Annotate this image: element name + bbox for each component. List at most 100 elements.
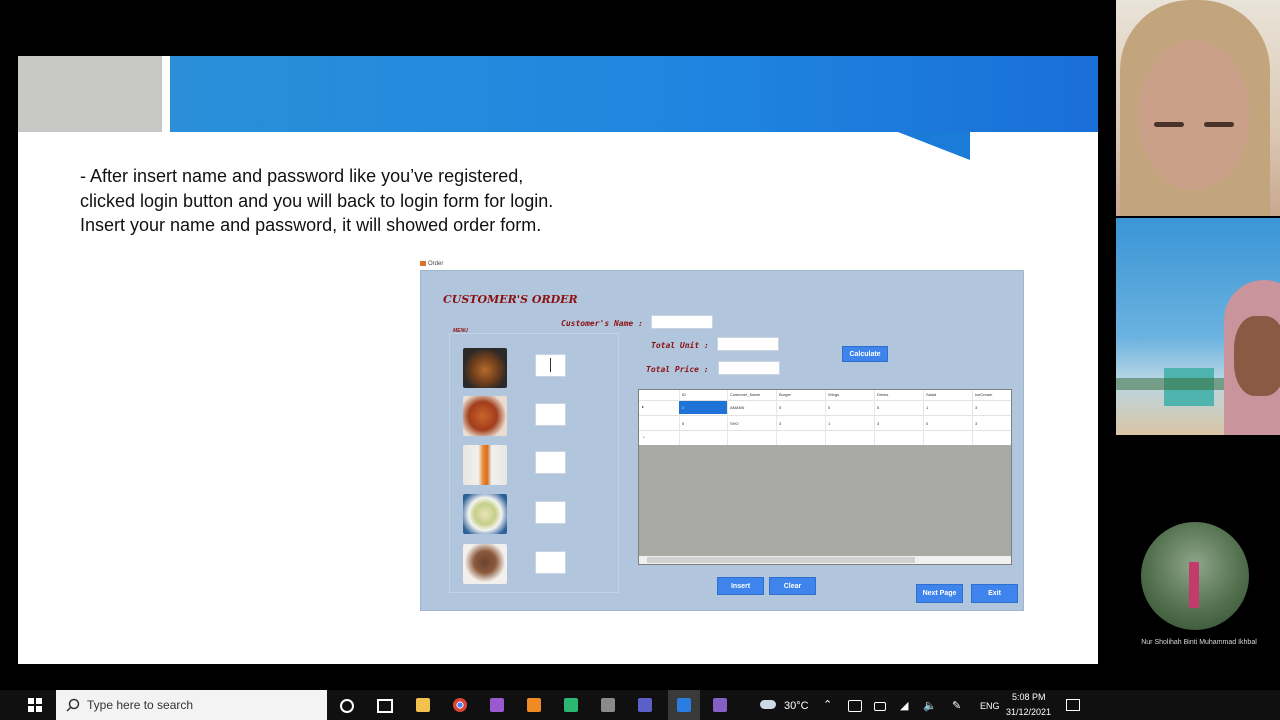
grid-cell[interactable]: 0 <box>926 421 928 426</box>
next-page-button[interactable]: Next Page <box>916 584 963 603</box>
grid-cell[interactable]: 2 <box>682 405 684 410</box>
burger-image <box>463 348 507 388</box>
horizontal-scrollbar[interactable] <box>639 556 1011 564</box>
clock-date[interactable]: 31/12/2021 <box>1006 707 1051 717</box>
app-icon[interactable] <box>564 698 578 712</box>
participant-avatar <box>1141 522 1249 630</box>
total-price-field[interactable] <box>718 361 780 375</box>
grid-cell[interactable]: 3 <box>975 421 977 426</box>
grid-col-line <box>825 390 826 445</box>
search-icon <box>66 698 80 712</box>
grid-cell[interactable]: 5 <box>877 405 879 410</box>
participant-video-2 <box>1116 218 1280 435</box>
new-row-marker[interactable]: * <box>643 435 645 440</box>
sublime-text-icon[interactable] <box>527 698 541 712</box>
face-shape <box>1138 40 1250 190</box>
total-unit-field[interactable] <box>717 337 779 351</box>
participant-video-1 <box>1116 0 1280 216</box>
grid-col-line <box>923 390 924 445</box>
wings-image <box>463 396 507 436</box>
grid-header-burger[interactable]: Burger <box>779 392 791 397</box>
grid-cell[interactable]: 5 <box>682 421 684 426</box>
face-shape <box>1234 316 1280 396</box>
grid-cell[interactable]: 3 <box>779 421 781 426</box>
row-selector-arrow[interactable]: ▸ <box>642 404 644 409</box>
taskbar-search-box[interactable]: Type here to search <box>56 690 327 720</box>
customer-name-label: Customer's Name : <box>561 319 643 328</box>
salad-image <box>463 494 507 534</box>
icecream-image <box>463 544 507 584</box>
grid-cell[interactable]: SHO <box>730 421 739 426</box>
teams-icon[interactable] <box>638 698 652 712</box>
calculate-button[interactable]: Calculate <box>842 346 888 362</box>
selected-cell[interactable] <box>679 401 727 414</box>
wifi-icon[interactable]: ◢ <box>900 699 908 712</box>
presentation-slide: - After insert name and password like yo… <box>18 56 1098 664</box>
grid-cell[interactable]: 1 <box>926 405 928 410</box>
notifications-icon[interactable] <box>1066 699 1080 711</box>
grid-header-salad[interactable]: Salad <box>926 392 936 397</box>
app-icon[interactable] <box>601 698 615 712</box>
eye-left <box>1154 122 1184 127</box>
start-button[interactable] <box>28 698 42 712</box>
form-title: CUSTOMER'S ORDER <box>443 293 578 306</box>
insert-button[interactable]: Insert <box>717 577 764 595</box>
search-placeholder: Type here to search <box>87 698 194 712</box>
temperature-text[interactable]: 30°C <box>784 700 809 712</box>
slide-header-gray-block <box>18 56 162 132</box>
burger-quantity-input[interactable] <box>535 354 566 377</box>
salad-quantity-input[interactable] <box>535 501 566 524</box>
app-icon <box>420 261 426 266</box>
customer-name-input[interactable] <box>651 315 713 329</box>
grid-cell[interactable]: 3 <box>877 421 879 426</box>
grid-cell[interactable]: 1 <box>828 421 830 426</box>
eye-right <box>1204 122 1234 127</box>
grid-header-wings[interactable]: Wings <box>828 392 839 397</box>
grid-col-line <box>874 390 875 445</box>
grid-header-id[interactable]: ID <box>682 392 686 397</box>
visual-studio-icon[interactable] <box>490 698 504 712</box>
file-explorer-icon[interactable] <box>416 698 430 712</box>
clock-time[interactable]: 5:08 PM <box>1012 692 1046 702</box>
active-app-icon[interactable] <box>677 698 691 712</box>
grid-cell[interactable]: 5 <box>779 405 781 410</box>
cortana-icon[interactable] <box>340 699 354 713</box>
grid-col-line <box>972 390 973 445</box>
pen-icon[interactable]: ✎ <box>952 699 961 712</box>
icecream-quantity-input[interactable] <box>535 551 566 574</box>
participant-name: Nur Sholihah Binti Muhammad Ikhbal <box>1141 639 1257 646</box>
grid-header-icecream[interactable]: IceCream <box>975 392 992 397</box>
visual-studio-icon[interactable] <box>713 698 727 712</box>
wings-quantity-input[interactable] <box>535 403 566 426</box>
window-title-text: Order <box>428 261 444 268</box>
chevron-up-icon[interactable]: ⌃ <box>823 698 832 711</box>
clear-button[interactable]: Clear <box>769 577 816 595</box>
total-unit-label: Total Unit : <box>651 341 709 350</box>
grid-rows-area: ID Customer_Name Burger Wings Drinks Sal… <box>639 390 1011 445</box>
grid-cell[interactable]: 3 <box>975 405 977 410</box>
tray-icon[interactable] <box>848 700 862 712</box>
weather-icon[interactable] <box>760 700 776 709</box>
drinks-image <box>463 445 507 485</box>
slide-header-notch <box>898 132 970 160</box>
grid-header-drinks[interactable]: Drinks <box>877 392 888 397</box>
avatar-figure <box>1189 562 1199 608</box>
windows-logo-icon <box>28 698 42 712</box>
text-cursor <box>550 358 551 372</box>
grid-cell[interactable]: 5 <box>828 405 830 410</box>
order-window-title: Order <box>420 261 443 267</box>
chrome-icon[interactable] <box>453 698 467 712</box>
task-view-icon[interactable] <box>377 699 393 713</box>
drinks-quantity-input[interactable] <box>535 451 566 474</box>
battery-icon[interactable] <box>874 702 886 711</box>
orders-data-grid[interactable]: ID Customer_Name Burger Wings Drinks Sal… <box>638 389 1012 565</box>
grid-col-line <box>679 390 680 445</box>
slide-body-text: - After insert name and password like yo… <box>80 166 554 235</box>
speaker-icon[interactable]: 🔈 <box>923 699 937 712</box>
grid-cell[interactable]: AMANN <box>730 405 744 410</box>
grid-col-line <box>727 390 728 445</box>
exit-button[interactable]: Exit <box>971 584 1018 603</box>
grid-header-customer-name[interactable]: Customer_Name <box>730 392 760 397</box>
language-indicator[interactable]: ENG <box>980 701 1000 711</box>
scrollbar-thumb[interactable] <box>647 557 915 563</box>
